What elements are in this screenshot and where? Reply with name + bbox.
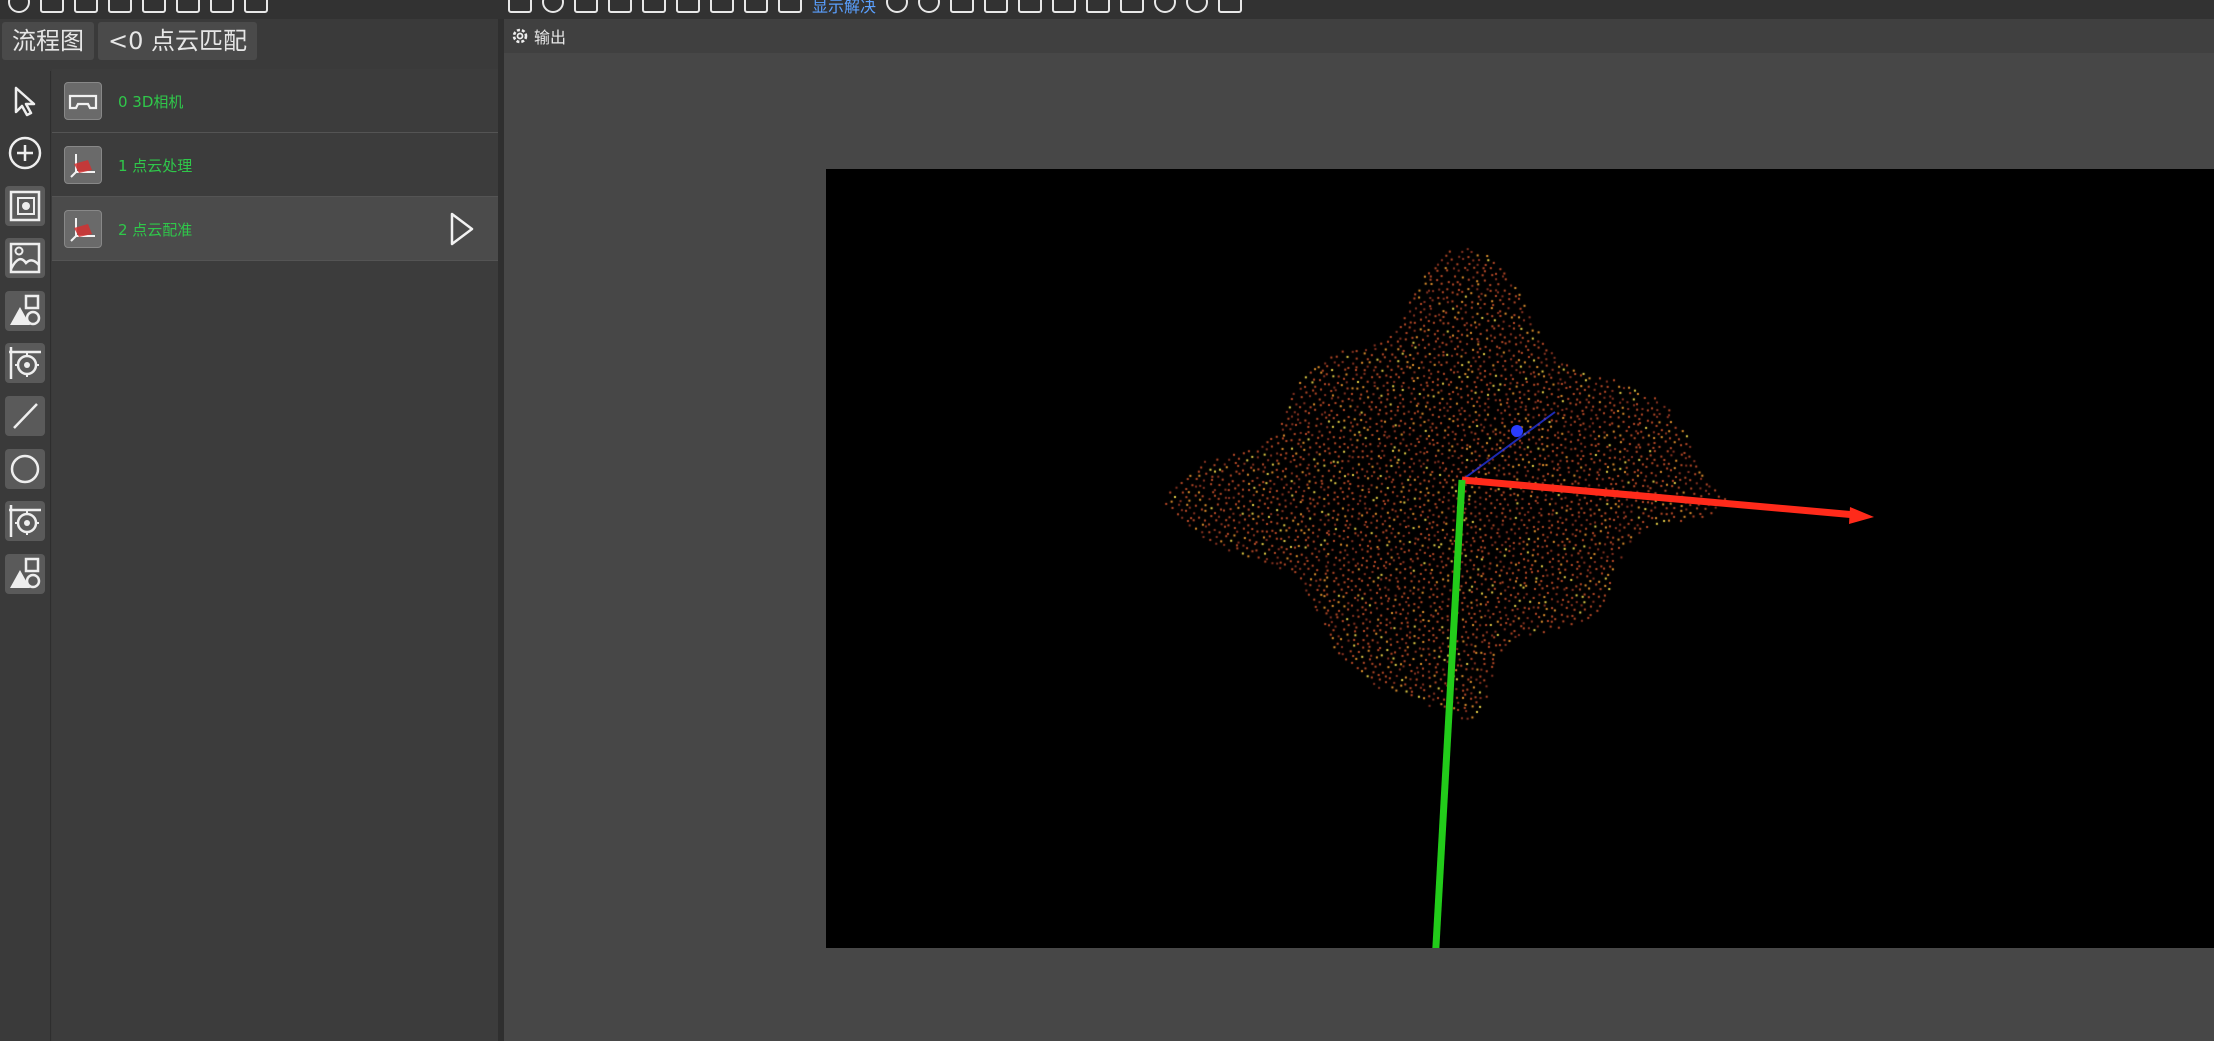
pointer-icon[interactable] [608,0,632,13]
tool-rail [0,71,51,1041]
line-icon [13,403,38,429]
node-label: 1 点云处理 [118,157,193,175]
plus-circle-icon [8,136,42,170]
gear-icon[interactable] [510,26,530,46]
locate-tool-button-2[interactable] [5,501,45,541]
tag-icon[interactable] [142,0,166,13]
ring-icon[interactable] [1186,0,1209,13]
import-icon[interactable] [210,0,234,13]
circle-icon [10,454,40,484]
node-label: 0 3D相机 [118,93,184,111]
wand-icon[interactable] [108,0,132,13]
axis-z [1461,411,1556,481]
target-icon [9,347,41,379]
node-label: 2 点云配准 [118,221,193,239]
pin-icon[interactable] [676,0,700,13]
app-window: 显示解决 流程图 <0 点云匹配 0 3D相机 1 点云处理 2 点云配准 输出 [0,0,2214,1041]
add-icon[interactable] [508,0,532,13]
node-item-3d-camera[interactable]: 0 3D相机 [52,69,498,133]
cursor-icon [14,86,36,117]
top-toolbar: 显示解决 [0,0,2214,19]
panel-tabs: 流程图 <0 点云匹配 [0,19,502,65]
point-cloud-icon [64,210,102,248]
shapes-icon [10,294,41,326]
image-tool-button[interactable] [5,238,45,278]
axis-x [1461,476,1857,519]
menu-icon[interactable] [244,0,268,13]
text-icon[interactable] [1218,0,1243,13]
delete-icon[interactable] [542,0,564,13]
clipboard-icon[interactable] [642,0,666,13]
add-tool-button[interactable] [5,133,45,173]
tab-point-cloud-match[interactable]: <0 点云匹配 [98,22,258,60]
run-node-button[interactable] [444,211,480,247]
display-mode-dropdown[interactable]: 显示解决 [812,0,876,17]
node-item-point-cloud-processing[interactable]: 1 点云处理 [52,133,498,197]
node-item-point-cloud-registration[interactable]: 2 点云配准 [52,197,498,261]
node-list: 0 3D相机 1 点云处理 2 点云配准 [52,69,498,1041]
coordinate-axes [1432,411,1874,948]
axis-y [1432,479,1466,948]
tag-icon[interactable] [710,0,734,13]
gear-icon[interactable] [886,0,909,13]
point-cloud-viewport[interactable] [826,169,2214,948]
pin-icon[interactable] [176,0,200,13]
shapes-icon [10,557,41,589]
line-icon[interactable] [950,0,975,13]
polygon-icon[interactable] [1052,0,1077,13]
line-tool-button[interactable] [5,396,45,436]
image-source-icon [9,190,41,222]
arc-icon[interactable] [1154,0,1177,13]
grid-icon[interactable] [778,0,802,13]
shape-icon[interactable] [1086,0,1111,13]
circle-icon[interactable] [918,0,941,13]
axis-z-marker [1511,425,1523,437]
pin-icon[interactable] [984,0,1009,13]
circle-tool-button[interactable] [5,449,45,489]
camera-icon [64,82,102,120]
locate-tool-button[interactable] [5,343,45,383]
select-tool-button[interactable] [5,81,45,121]
output-area [504,53,2214,1041]
image-source-tool-button[interactable] [5,186,45,226]
landscape-icon [9,242,41,274]
axis-x-arrowhead [1849,507,1874,524]
output-title: 输出 [534,28,567,47]
shape-tool-button[interactable] [5,291,45,331]
delete-icon[interactable] [8,0,30,13]
shape-icon[interactable] [1120,0,1145,13]
output-header: 输出 [504,19,2214,53]
brush-icon[interactable] [574,0,598,13]
point-cloud-icon [64,146,102,184]
target-icon [9,505,41,537]
edit-icon[interactable] [744,0,768,13]
play-icon [450,212,474,246]
tab-flowchart[interactable]: 流程图 [2,22,94,60]
left-panel: 流程图 <0 点云匹配 0 3D相机 1 点云处理 2 点云配准 [0,19,502,1041]
rectangle-icon[interactable] [1018,0,1043,13]
shape-tool-button-2[interactable] [5,554,45,594]
copy-icon[interactable] [40,0,64,13]
paste-icon[interactable] [74,0,98,13]
